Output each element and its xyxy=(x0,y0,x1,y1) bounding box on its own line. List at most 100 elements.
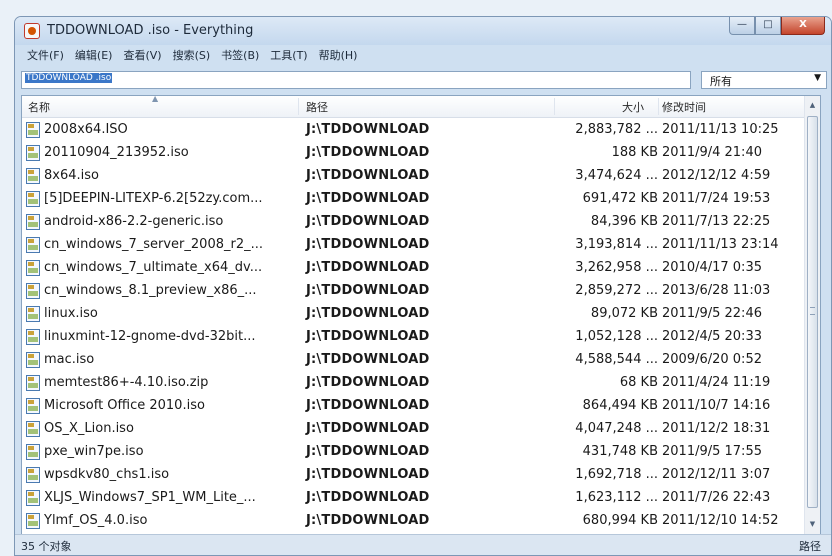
search-text: TDDOWNLOAD .iso xyxy=(25,73,113,83)
file-size: 680,994 KB xyxy=(582,513,658,528)
file-name: cn_windows_7_server_2008_r2_... xyxy=(44,237,264,252)
window-controls: — □ X xyxy=(729,17,825,37)
menu-help[interactable]: 帮助(H) xyxy=(319,47,358,63)
maximize-button[interactable]: □ xyxy=(755,17,781,35)
file-modified: 2011/7/26 22:43 xyxy=(662,490,771,505)
file-row[interactable]: XLJS_Windows7_SP1_WM_Lite_... J:\TDDOWNL… xyxy=(22,487,804,510)
dropdown-arrow-icon: ▼ xyxy=(814,73,821,83)
column-name[interactable]: 名称 xyxy=(28,99,50,115)
column-divider[interactable] xyxy=(298,98,299,115)
column-path[interactable]: 路径 xyxy=(306,99,328,115)
minimize-button[interactable]: — xyxy=(729,17,755,35)
file-row[interactable]: memtest86+-4.10.iso.zip J:\TDDOWNLOAD 68… xyxy=(22,372,804,395)
file-modified: 2011/12/10 14:52 xyxy=(662,513,779,528)
menu-search[interactable]: 搜索(S) xyxy=(173,47,211,63)
file-path: J:\TDDOWNLOAD xyxy=(306,306,430,321)
file-row[interactable]: linuxmint-12-gnome-dvd-32bit... J:\TDDOW… xyxy=(22,326,804,349)
vertical-scrollbar[interactable]: ▲ ▼ xyxy=(804,96,820,534)
file-modified: 2010/4/17 0:35 xyxy=(662,260,762,275)
file-path: J:\TDDOWNLOAD xyxy=(306,375,430,390)
file-modified: 2011/9/5 22:46 xyxy=(662,306,762,321)
menu-view[interactable]: 查看(V) xyxy=(123,47,161,63)
status-path-label: 路径 xyxy=(799,540,821,553)
iso-file-icon xyxy=(26,283,40,299)
column-modified[interactable]: 修改时间 xyxy=(662,99,706,115)
file-size: 4,047,248 ... xyxy=(575,421,658,436)
file-row[interactable]: mac.iso J:\TDDOWNLOAD 4,588,544 ... 2009… xyxy=(22,349,804,372)
file-name: mac.iso xyxy=(44,352,95,367)
menu-file[interactable]: 文件(F) xyxy=(27,47,64,63)
file-modified: 2011/11/13 10:25 xyxy=(662,122,779,137)
file-name: wpsdkv80_chs1.iso xyxy=(44,467,170,482)
results-list: 名称 ▲ 路径 大小 修改时间 2008x64.ISO J:\TDDOWNLOA… xyxy=(21,95,821,535)
file-size: 188 KB xyxy=(611,145,658,160)
file-path: J:\TDDOWNLOAD xyxy=(306,329,430,344)
file-name: linuxmint-12-gnome-dvd-32bit... xyxy=(44,329,256,344)
file-path: J:\TDDOWNLOAD xyxy=(306,444,430,459)
file-modified: 2012/4/5 20:33 xyxy=(662,329,762,344)
menu-bookmarks[interactable]: 书签(B) xyxy=(221,47,259,63)
file-row[interactable]: OS_X_Lion.iso J:\TDDOWNLOAD 4,047,248 ..… xyxy=(22,418,804,441)
file-row[interactable]: cn_windows_8.1_preview_x86_... J:\TDDOWN… xyxy=(22,280,804,303)
file-row[interactable]: pxe_win7pe.iso J:\TDDOWNLOAD 431,748 KB … xyxy=(22,441,804,464)
file-size: 691,472 KB xyxy=(582,191,658,206)
file-size: 1,623,112 ... xyxy=(575,490,658,505)
file-name: Microsoft Office 2010.iso xyxy=(44,398,205,413)
file-name: cn_windows_8.1_preview_x86_... xyxy=(44,283,257,298)
file-size: 89,072 KB xyxy=(590,306,658,321)
menu-edit[interactable]: 编辑(E) xyxy=(75,47,113,63)
file-row[interactable]: cn_windows_7_ultimate_x64_dv... J:\TDDOW… xyxy=(22,257,804,280)
file-row[interactable]: [5]DEEPIN-LITEXP-6.2[52zy.com... J:\TDDO… xyxy=(22,188,804,211)
iso-file-icon xyxy=(26,191,40,207)
file-path: J:\TDDOWNLOAD xyxy=(306,168,430,183)
sort-ascending-icon: ▲ xyxy=(152,95,159,103)
iso-file-icon xyxy=(26,168,40,184)
file-row[interactable]: android-x86-2.2-generic.iso J:\TDDOWNLOA… xyxy=(22,211,804,234)
close-button[interactable]: X xyxy=(781,17,825,35)
file-path: J:\TDDOWNLOAD xyxy=(306,260,430,275)
iso-file-icon xyxy=(26,214,40,230)
file-name: android-x86-2.2-generic.iso xyxy=(44,214,224,229)
file-row[interactable]: Microsoft Office 2010.iso J:\TDDOWNLOAD … xyxy=(22,395,804,418)
file-row[interactable]: Ylmf_OS_4.0.iso J:\TDDOWNLOAD 680,994 KB… xyxy=(22,510,804,533)
scroll-thumb[interactable] xyxy=(807,116,818,508)
file-name: XLJS_Windows7_SP1_WM_Lite_... xyxy=(44,490,256,505)
file-row[interactable]: wpsdkv80_chs1.iso J:\TDDOWNLOAD 1,692,71… xyxy=(22,464,804,487)
file-modified: 2011/9/4 21:40 xyxy=(662,145,762,160)
file-size: 3,474,624 ... xyxy=(575,168,658,183)
file-path: J:\TDDOWNLOAD xyxy=(306,467,430,482)
file-row[interactable]: cn_windows_7_server_2008_r2_... J:\TDDOW… xyxy=(22,234,804,257)
file-row[interactable]: linux.iso J:\TDDOWNLOAD 89,072 KB 2011/9… xyxy=(22,303,804,326)
file-modified: 2012/12/12 4:59 xyxy=(662,168,771,183)
file-modified: 2011/10/7 14:16 xyxy=(662,398,771,413)
file-name: memtest86+-4.10.iso.zip xyxy=(44,375,209,390)
title-bar[interactable]: TDDOWNLOAD .iso - Everything — □ X xyxy=(15,17,831,45)
column-divider[interactable] xyxy=(554,98,555,115)
everything-window: TDDOWNLOAD .iso - Everything — □ X 文件(F)… xyxy=(14,16,832,556)
file-path: J:\TDDOWNLOAD xyxy=(306,352,430,367)
column-size[interactable]: 大小 xyxy=(622,99,644,115)
search-input[interactable]: TDDOWNLOAD .iso xyxy=(21,71,691,89)
iso-file-icon xyxy=(26,145,40,161)
menu-bar: 文件(F) 编辑(E) 查看(V) 搜索(S) 书签(B) 工具(T) 帮助(H… xyxy=(15,45,831,65)
search-row: TDDOWNLOAD .iso 所有 ▼ xyxy=(21,69,827,91)
file-row[interactable]: 8x64.iso J:\TDDOWNLOAD 3,474,624 ... 201… xyxy=(22,165,804,188)
file-name: Ylmf_OS_4.0.iso xyxy=(44,513,148,528)
file-path: J:\TDDOWNLOAD xyxy=(306,490,430,505)
filter-dropdown[interactable]: 所有 ▼ xyxy=(701,71,827,89)
file-path: J:\TDDOWNLOAD xyxy=(306,421,430,436)
file-modified: 2011/9/5 17:55 xyxy=(662,444,762,459)
file-modified: 2011/7/24 19:53 xyxy=(662,191,771,206)
file-row[interactable]: 2008x64.ISO J:\TDDOWNLOAD 2,883,782 ... … xyxy=(22,119,804,142)
scroll-up-icon[interactable]: ▲ xyxy=(805,98,820,113)
column-divider[interactable] xyxy=(658,98,659,115)
file-row[interactable]: 20110904_213952.iso J:\TDDOWNLOAD 188 KB… xyxy=(22,142,804,165)
iso-file-icon xyxy=(26,329,40,345)
iso-file-icon xyxy=(26,490,40,506)
menu-tools[interactable]: 工具(T) xyxy=(270,47,307,63)
file-path: J:\TDDOWNLOAD xyxy=(306,214,430,229)
everything-app-icon xyxy=(24,23,40,39)
scroll-down-icon[interactable]: ▼ xyxy=(805,517,820,532)
file-path: J:\TDDOWNLOAD xyxy=(306,191,430,206)
file-name: linux.iso xyxy=(44,306,98,321)
